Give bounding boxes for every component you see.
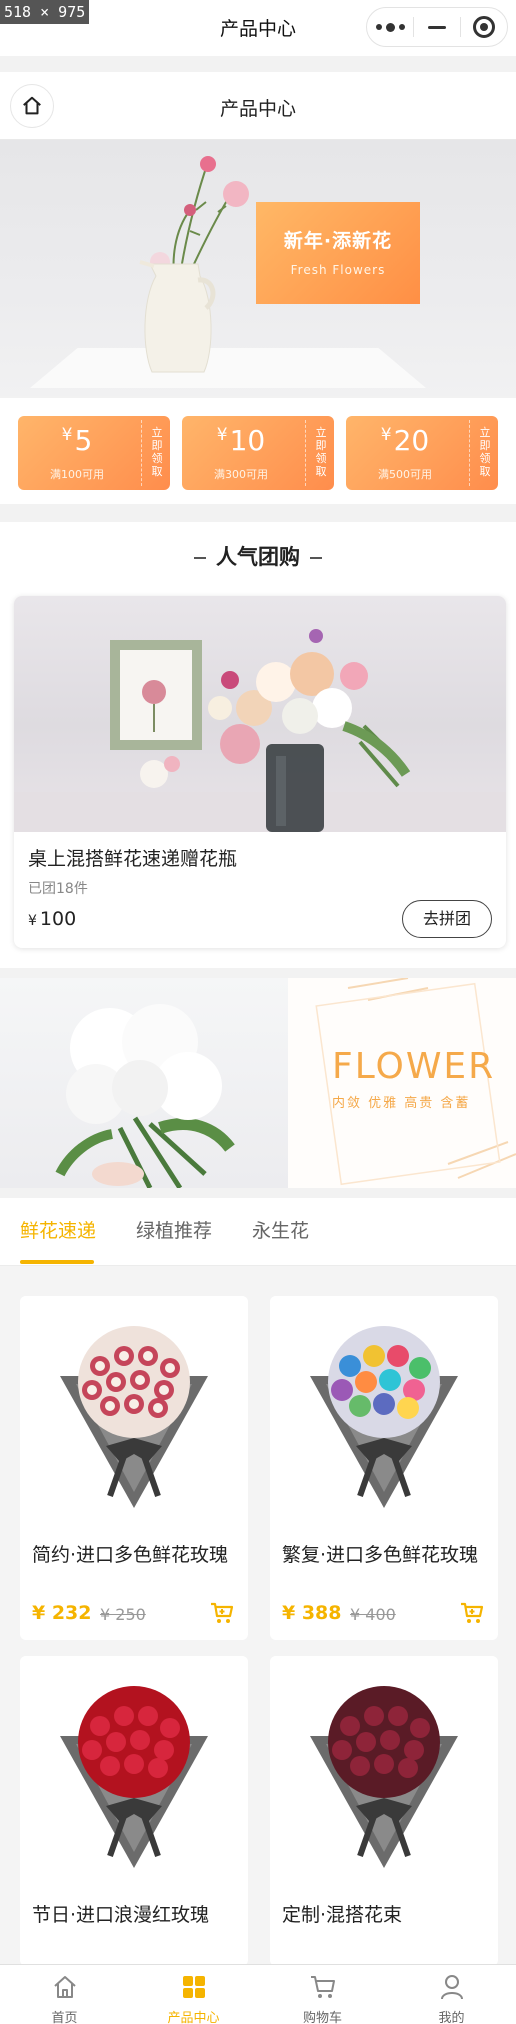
coupon-5[interactable]: ¥5 满100可用 立即领取 [18, 416, 170, 490]
flower-word: FLOWER [332, 1046, 496, 1087]
coupon-amount: ¥5 [18, 424, 136, 457]
tab-fresh-flowers[interactable]: 鲜花速递 [20, 1216, 96, 1243]
cart-icon [310, 1976, 335, 1998]
currency-symbol: ¥ [216, 425, 228, 445]
bouquet-illustration [310, 1686, 458, 1868]
product-old-price: ¥ 400 [350, 1605, 396, 1624]
group-buy-section: 桌上混搭鲜花速递赠花瓶 已团18件 ¥100 去拼团 [0, 590, 516, 968]
tabbar-label: 首页 [51, 2011, 78, 2024]
flower-tagline: 内敛 优雅 高贵 含蓄 [332, 1096, 471, 1111]
home-icon [53, 1976, 76, 1998]
more-dots-icon [375, 22, 405, 32]
product-card[interactable]: 定制·混搭花束 [270, 1656, 498, 1966]
product-grid: 简约·进口多色鲜花玫瑰 ¥ 232 ¥ 250 繁复·进口多色鲜花玫瑰 ¥ 38… [0, 1266, 516, 1966]
tabbar-me[interactable]: 我的 [387, 1965, 516, 2024]
banner-subtitle: Fresh Flowers [290, 263, 386, 277]
group-product-photo [14, 596, 506, 832]
banner-promo-card: 新年·添新花 Fresh Flowers [256, 202, 420, 304]
flower-banner-text-area: FLOWER 内敛 优雅 高贵 含蓄 [288, 978, 516, 1188]
coupon-20[interactable]: ¥20 满500可用 立即领取 [346, 416, 498, 490]
peony-bouquet-illustration [55, 1004, 235, 1188]
product-price: ¥ 388 [282, 1602, 342, 1624]
product-name: 节日·进口浪漫红玫瑰 [32, 1904, 210, 1926]
flower-banner[interactable]: FLOWER 内敛 优雅 高贵 含蓄 [0, 978, 516, 1188]
page-title: 产品中心 [219, 98, 296, 120]
coupon-value: 10 [229, 424, 266, 457]
coupon-strip: ¥5 满100可用 立即领取 ¥10 满300可用 立即领取 ¥20 满500可… [0, 398, 516, 504]
tab-preserved-flowers[interactable]: 永生花 [252, 1216, 309, 1243]
product-image [20, 1296, 248, 1524]
tabbar-products[interactable]: 产品中心 [129, 1965, 258, 2024]
product-name: 定制·混搭花束 [282, 1904, 403, 1926]
coupon-amount: ¥20 [346, 424, 464, 457]
close-miniprogram-button[interactable] [461, 8, 507, 46]
currency-symbol: ¥ [380, 425, 392, 445]
add-to-cart-icon[interactable] [210, 1602, 234, 1624]
promo-banner[interactable]: 新年·添新花 Fresh Flowers [0, 140, 516, 396]
coupon-claim-label: 立即领取 [315, 426, 327, 478]
product-image [270, 1656, 498, 1884]
capsule-menu [366, 7, 508, 47]
bouquet-illustration [310, 1326, 458, 1508]
product-card[interactable]: 节日·进口浪漫红玫瑰 [20, 1656, 248, 1966]
grid-icon [182, 1976, 205, 1998]
group-product-name: 桌上混搭鲜花速递赠花瓶 [28, 848, 238, 870]
product-price: ¥ 232 [32, 1602, 92, 1624]
coupon-value: 5 [74, 424, 93, 457]
bouquet-in-vase-illustration [14, 629, 506, 832]
coupon-condition: 满500可用 [378, 468, 432, 481]
product-card[interactable]: 简约·进口多色鲜花玫瑰 ¥ 232 ¥ 250 [20, 1296, 248, 1640]
page-nav-bar: 产品中心 [0, 72, 516, 140]
bottom-tab-bar: 首页 产品中心 购物车 我的 [0, 1964, 516, 2024]
coupon-condition: 满300可用 [214, 468, 268, 481]
coupon-claim-label: 立即领取 [479, 426, 491, 478]
more-menu-button[interactable] [367, 8, 413, 46]
minimize-icon [428, 25, 446, 29]
bouquet-illustration [60, 1686, 208, 1868]
active-tab-indicator [20, 1260, 94, 1264]
join-group-button[interactable]: 去拼团 [402, 900, 492, 938]
screenshot-size-label: 518 × 975 [0, 0, 90, 24]
user-icon [440, 1975, 463, 2000]
product-name: 繁复·进口多色鲜花玫瑰 [282, 1544, 479, 1566]
currency-symbol: ¥ [28, 913, 37, 929]
bouquet-illustration [60, 1326, 208, 1508]
tabbar-label: 购物车 [302, 2011, 342, 2024]
group-buy-card[interactable]: 桌上混搭鲜花速递赠花瓶 已团18件 ¥100 去拼团 [14, 596, 506, 948]
coupon-amount: ¥10 [182, 424, 300, 457]
coupon-condition: 满100可用 [50, 468, 104, 481]
banner-headline: 新年·添新花 [283, 230, 393, 252]
group-price: ¥100 [28, 908, 76, 930]
tab-green-plants[interactable]: 绿植推荐 [136, 1216, 212, 1243]
product-name: 简约·进口多色鲜花玫瑰 [32, 1544, 229, 1566]
product-image [270, 1296, 498, 1524]
group-price-value: 100 [39, 908, 77, 930]
tabbar-label: 产品中心 [167, 2011, 220, 2024]
currency-symbol: ¥ [61, 425, 73, 445]
minimize-button[interactable] [414, 8, 460, 46]
group-buy-heading: 人气团购 [0, 522, 516, 592]
product-old-price: ¥ 250 [100, 1605, 146, 1624]
coupon-10[interactable]: ¥10 满300可用 立即领取 [182, 416, 334, 490]
product-image [20, 1656, 248, 1884]
coupon-value: 20 [393, 424, 430, 457]
target-circle-icon [473, 16, 495, 38]
group-buy-title: 人气团购 [216, 545, 300, 569]
coupon-claim-label: 立即领取 [151, 426, 163, 478]
product-card[interactable]: 繁复·进口多色鲜花玫瑰 ¥ 388 ¥ 400 [270, 1296, 498, 1640]
category-tabs: 鲜花速递 绿植推荐 永生花 [0, 1198, 516, 1266]
group-sold-count: 已团18件 [28, 881, 88, 897]
add-to-cart-icon[interactable] [460, 1602, 484, 1624]
tabbar-label: 我的 [438, 2011, 465, 2024]
white-peony-photo [0, 978, 288, 1188]
tabbar-home[interactable]: 首页 [0, 1965, 129, 2024]
tabbar-cart[interactable]: 购物车 [258, 1965, 387, 2024]
